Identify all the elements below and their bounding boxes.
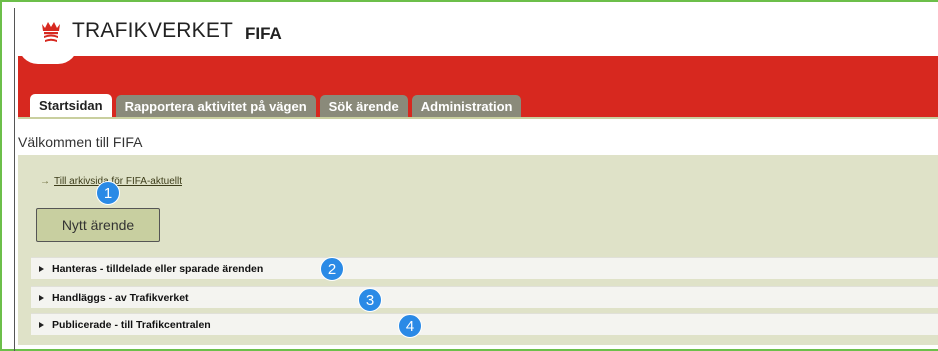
new-case-button[interactable]: Nytt ärende xyxy=(36,208,160,242)
section-label: Publicerade - till Trafikcentralen xyxy=(52,318,211,331)
tab-rapportera-aktivitet[interactable]: Rapportera aktivitet på vägen xyxy=(115,95,316,117)
step-badge-4: 4 xyxy=(398,314,422,338)
tab-administration[interactable]: Administration xyxy=(411,95,522,117)
window-edge xyxy=(14,8,15,351)
tab-sok-arende[interactable]: Sök ärende xyxy=(319,95,408,117)
step-badge-1: 1 xyxy=(96,181,120,205)
site-header: TRAFIKVERKET FIFA xyxy=(18,10,938,56)
section-handlaggs[interactable]: Handläggs - av Trafikverket xyxy=(31,286,938,308)
step-badge-3: 3 xyxy=(358,288,382,312)
trafikverket-crown-icon xyxy=(42,22,60,42)
section-label: Hanteras - tilldelade eller sparade ären… xyxy=(52,262,264,275)
triangle-right-icon xyxy=(39,321,44,328)
app-name: FIFA xyxy=(245,24,282,43)
main-tabs: Startsidan Rapportera aktivitet på vägen… xyxy=(30,94,525,117)
logo-text: TRAFIKVERKET xyxy=(72,19,234,42)
page-title: Välkommen till FIFA xyxy=(18,134,143,150)
trafikverket-logo[interactable]: TRAFIKVERKET xyxy=(38,18,233,44)
triangle-right-icon xyxy=(39,294,44,301)
step-badge-2: 2 xyxy=(320,257,344,281)
section-label: Handläggs - av Trafikverket xyxy=(52,291,189,304)
archive-link[interactable]: Till arkivsida för FIFA-aktuellt xyxy=(54,176,182,187)
tab-startsidan[interactable]: Startsidan xyxy=(30,94,112,117)
section-publicerade[interactable]: Publicerade - till Trafikcentralen xyxy=(31,313,938,335)
arrow-right-icon: → xyxy=(40,176,50,187)
triangle-right-icon xyxy=(39,265,44,272)
tab-underline xyxy=(18,117,938,119)
section-hanteras[interactable]: Hanteras - tilldelade eller sparade ären… xyxy=(31,257,938,279)
